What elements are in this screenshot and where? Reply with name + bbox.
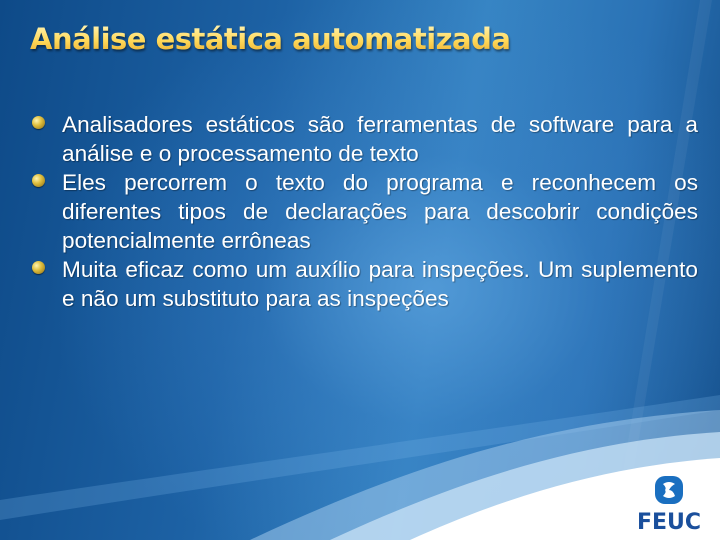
gold-sphere-bullet-icon: [32, 261, 45, 274]
feuc-logo-icon: [655, 476, 683, 504]
bullet-text: Muita eficaz como um auxílio para inspeç…: [62, 257, 698, 311]
feuc-logo: FEUC: [630, 474, 708, 534]
bullet-text: Analisadores estáticos são ferramentas d…: [62, 112, 698, 166]
gold-sphere-bullet-icon: [32, 174, 45, 187]
bullet-item: Eles percorrem o texto do programa e rec…: [32, 168, 698, 255]
gold-sphere-bullet-icon: [32, 116, 45, 129]
bullet-list: Analisadores estáticos são ferramentas d…: [32, 110, 698, 313]
slide-title: Análise estática automatizada: [30, 22, 511, 56]
slide: Análise estática automatizada Analisador…: [0, 0, 720, 540]
logo-text: FEUC: [636, 510, 702, 535]
bullet-item: Muita eficaz como um auxílio para inspeç…: [32, 255, 698, 313]
bullet-item: Analisadores estáticos são ferramentas d…: [32, 110, 698, 168]
bullet-text: Eles percorrem o texto do programa e rec…: [62, 170, 698, 253]
